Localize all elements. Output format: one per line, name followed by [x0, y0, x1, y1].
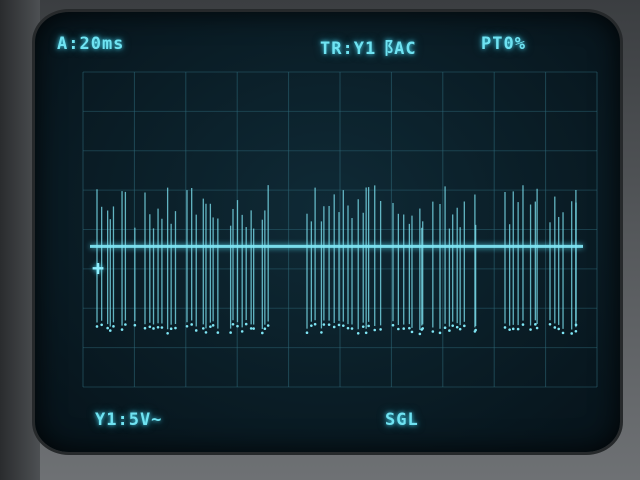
trace-pulse-dot: [305, 331, 309, 334]
trace-pulse-dot: [574, 329, 578, 333]
trace-pulse-dot: [379, 328, 382, 331]
trace-pulse-dot: [561, 331, 565, 335]
trace-pulse-dot: [534, 323, 537, 326]
trace-pulse-dot: [190, 323, 193, 326]
trace-pulse-dot: [361, 325, 365, 328]
trace-pulse-dot: [418, 332, 422, 336]
trace-pulse-dot: [402, 327, 406, 330]
trace-pulse-dot: [194, 329, 198, 332]
trace-pulse-dot: [356, 332, 360, 335]
trigger-readout: TR:Y1⻏AC: [320, 39, 417, 59]
trace-pulse-dot: [148, 325, 152, 329]
trace-pulse-dot: [364, 331, 368, 335]
trace-pulse-dot: [458, 327, 462, 331]
trace-pulse-dot: [263, 327, 267, 330]
trace-pulse-dot: [313, 322, 317, 326]
trace-pulse-dot: [443, 326, 447, 329]
trace-pulse-dot: [120, 328, 124, 331]
trace-pulse-dot: [438, 331, 442, 335]
trace-pulse-dot: [229, 331, 232, 334]
trace-pulse-dot: [367, 324, 370, 328]
trace-pulse-dot: [174, 326, 177, 330]
trace-pulse-dot: [240, 330, 244, 333]
trace-pulse-dot: [529, 328, 532, 331]
trace-pulse-dot: [337, 323, 341, 327]
trace-pulse-dot: [236, 324, 239, 328]
trace-pulse-dot: [350, 327, 354, 330]
trace-pulse-dot: [508, 328, 511, 331]
trace-pulse-dot: [211, 324, 215, 327]
trace-pulse-dot: [209, 325, 212, 328]
trace-pulse-dot: [231, 322, 235, 326]
trace-pulse-dot: [474, 328, 477, 332]
trace-pulse-dot: [503, 326, 507, 329]
trace-pulse-dot: [204, 331, 208, 334]
trace-pulse-dot: [511, 327, 515, 331]
trace-pulse-dot: [249, 327, 253, 330]
trace-pulse-dot: [346, 326, 350, 330]
trace-pulse-dot: [244, 322, 248, 326]
trace-pulse-dot: [391, 323, 395, 327]
trace-pulse-dot: [535, 326, 539, 330]
trace-pulse-dot: [112, 325, 115, 328]
trace-pulse-dot: [160, 326, 164, 329]
trace-pulse-dot: [100, 323, 103, 327]
trace-pulse-dot: [216, 331, 220, 334]
bezel-edge: [0, 0, 40, 480]
crosshair-plus-icon: +: [92, 256, 105, 280]
graticule-grid: [82, 71, 598, 388]
trace-pulse-dot: [185, 324, 189, 328]
channel-sensitivity-readout: Y1:5V~: [95, 410, 163, 430]
trace-pulse-dot: [553, 326, 557, 329]
trace-pulse-dot: [516, 327, 520, 331]
trace-pulse-dot: [201, 327, 205, 330]
trace-pulse-dot: [548, 322, 552, 326]
trace-pulse-dot: [108, 329, 112, 332]
trace-pulse-dot: [332, 325, 336, 329]
trace-pulse-dot: [521, 323, 525, 326]
trace-pulse-dot: [463, 324, 466, 328]
trace-pulse-dot: [322, 323, 326, 326]
trace-pulse-dot: [124, 323, 127, 326]
signal-trace: [90, 185, 583, 336]
sweep-mode-readout: SGL: [385, 410, 419, 430]
trace-pulse-dot: [95, 325, 99, 328]
trace-pulse-dot: [266, 324, 270, 327]
trace-pulse-dot: [557, 327, 560, 331]
trace-pulse-dot: [420, 328, 424, 331]
trace-pulse-dot: [143, 326, 147, 330]
trace-pulse-dot: [373, 328, 377, 332]
trace-pulse-dot: [570, 332, 573, 335]
trace-pulse-dot: [252, 327, 255, 330]
trace-pulse-dot: [166, 331, 169, 335]
trace-pulse-dot: [106, 326, 109, 330]
trace-pulse-dot: [156, 326, 160, 329]
trace-pulse-dot: [342, 324, 345, 327]
trace-pulse-dot: [327, 323, 331, 326]
trace-pulse-dot: [261, 331, 264, 335]
pretrigger-readout: PT0%: [481, 34, 526, 54]
trace-pulse-dot: [410, 330, 414, 334]
trace-pulse-dot: [408, 326, 411, 330]
trace-pulse-dot: [455, 325, 459, 329]
trace-pulse-dot: [397, 327, 400, 331]
graticule-and-trace: [82, 71, 598, 388]
oscilloscope-screen: A:20ms TR:Y1⻏AC PT0% Y1:5V~ SGL +: [35, 12, 620, 452]
trace-pulse-dot: [169, 327, 173, 331]
trace-pulse-dot: [133, 323, 137, 327]
timebase-readout: A:20ms: [57, 34, 125, 54]
trace-pulse-dot: [431, 330, 435, 333]
trace-pulse-dot: [152, 327, 155, 330]
trace-pulse-dot: [320, 331, 323, 334]
trace-pulse-dot: [310, 324, 313, 327]
trace-pulse-dot: [448, 329, 451, 332]
trace-pulse-dot: [451, 324, 454, 327]
